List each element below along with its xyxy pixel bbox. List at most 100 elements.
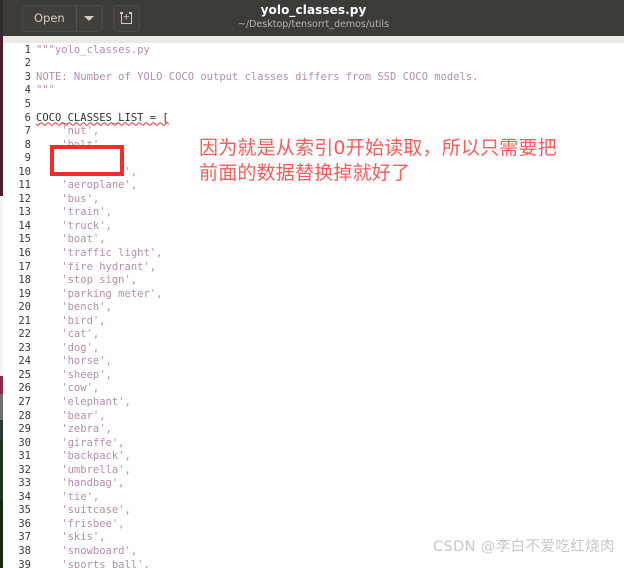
code-text: 'tie', [36,490,100,503]
line-number: 14 [18,219,31,232]
code-line: 32 'umbrella', [3,463,624,477]
code-text: 'nut', [36,125,100,138]
titlebar-left-controls: Open + [3,4,140,32]
code-text: 'backpack', [36,450,131,463]
new-document-button[interactable]: + [112,4,140,32]
code-text: 'stop sign', [36,274,138,287]
line-number: 7 [24,125,31,138]
line-number: 11 [18,179,31,192]
line-number: 26 [18,382,31,395]
code-line: 34 'tie', [3,490,624,504]
line-number: 37 [18,531,31,544]
code-line: 24 'horse', [3,355,624,369]
line-number: 33 [18,477,31,490]
code-text: 'bear', [36,409,106,422]
code-line: 22 'cat', [3,327,624,341]
code-line: 14 'truck', [3,219,624,233]
code-line: 17 'fire hydrant', [3,260,624,274]
code-line: 3 NOTE: Number of YOLO COCO output classe… [3,70,624,84]
line-number: 35 [18,504,31,517]
code-line: 5 [3,97,624,111]
code-text: 'sheep', [36,368,112,381]
code-text: 'horse', [36,355,112,368]
code-text: 'bench', [36,301,112,314]
code-view[interactable]: 1 """yolo_classes.py 2 3 NOTE: Number of YOL… [3,43,624,568]
code-text: 'boat', [36,233,106,246]
line-number: 32 [18,463,31,476]
code-text: 'zebra', [36,423,112,436]
line-number: 5 [24,97,31,110]
document-area[interactable]: 1 """yolo_classes.py 2 3 NOTE: Number of YOL… [3,36,624,568]
code-text: 'elephant', [36,395,131,408]
line-number: 25 [18,368,31,381]
line-number: 15 [18,233,31,246]
code-line: 12 'bus', [3,192,624,206]
code-text: 'sports ball', [36,558,150,568]
code-line: 35 'suitcase', [3,504,624,518]
code-line: 23 'dog', [3,341,624,355]
code-line: 2 [3,57,624,71]
code-line: 16 'traffic light', [3,246,624,260]
code-text: 'skis', [36,531,106,544]
line-number: 31 [18,450,31,463]
code-line: 18 'stop sign', [3,273,624,287]
code-line: 19 'parking meter', [3,287,624,301]
code-line: 13 'train', [3,206,624,220]
line-number: 10 [18,165,31,178]
open-dropdown-button[interactable] [76,5,102,31]
line-number: 12 [18,192,31,205]
code-line: 1 """yolo_classes.py [3,43,624,57]
line-number: 34 [18,490,31,503]
code-line: 27 'elephant', [3,395,624,409]
line-number: 18 [18,274,31,287]
code-line: 33 'handbag', [3,477,624,491]
line-number: 17 [18,260,31,273]
code-text: COCO_CLASSES_LIST = [ [36,111,169,124]
code-text: 'giraffe', [36,436,125,449]
code-text: 'aeroplane', [36,179,138,192]
code-text: 'suitcase', [36,504,131,517]
line-number: 16 [18,246,31,259]
line-number: 2 [24,57,31,70]
chinese-text-annotation: 因为就是从索引0开始读取，所以只需要把 前面的数据替换掉就好了 [199,137,557,184]
code-line: 28 'bear', [3,409,624,423]
new-document-icon: + [120,12,133,24]
line-number: 36 [18,517,31,530]
code-text: 'cow', [36,382,100,395]
code-text: 'cat', [36,328,100,341]
line-number: 9 [24,152,31,165]
text-editor-window: Open + yolo_classes.py ~/Desktop/tensorr… [3,0,624,568]
line-number: 6 [24,111,31,124]
line-number: 22 [18,328,31,341]
code-text: """ [36,84,55,97]
code-line: 36 'frisbee', [3,517,624,531]
line-number: 39 [18,558,31,568]
code-text: 'frisbee', [36,517,125,530]
open-button[interactable]: Open [23,5,77,31]
highlight-rectangle-annotation [50,144,124,176]
code-text: """yolo_classes.py [36,43,150,56]
code-line: 39 'sports ball', [3,558,624,568]
line-number: 20 [18,301,31,314]
code-line: 20 'bench', [3,300,624,314]
code-line: 26 'cow', [3,382,624,396]
line-number: 30 [18,436,31,449]
editor-top-band [3,36,624,43]
csdn-watermark: CSDN @李白不爱吃红烧肉 [432,539,615,555]
line-number: 4 [24,84,31,97]
code-text: 'fire hydrant', [36,260,157,273]
code-text: 'bird', [36,314,106,327]
line-number: 21 [18,314,31,327]
plus-glyph: + [122,12,130,23]
code-text: 'snowboard', [36,545,138,557]
code-line: 21 'bird', [3,314,624,328]
line-number: 1 [24,43,31,56]
code-line: 15 'boat', [3,233,624,247]
line-number: 29 [18,423,31,436]
code-text: 'umbrella', [36,463,131,476]
code-text: 'bus', [36,192,100,205]
line-number: 8 [24,138,31,151]
open-button-group[interactable]: Open [22,4,103,32]
code-line: 6 COCO_CLASSES_LIST = [ [3,111,624,125]
code-text: 'train', [36,206,112,219]
